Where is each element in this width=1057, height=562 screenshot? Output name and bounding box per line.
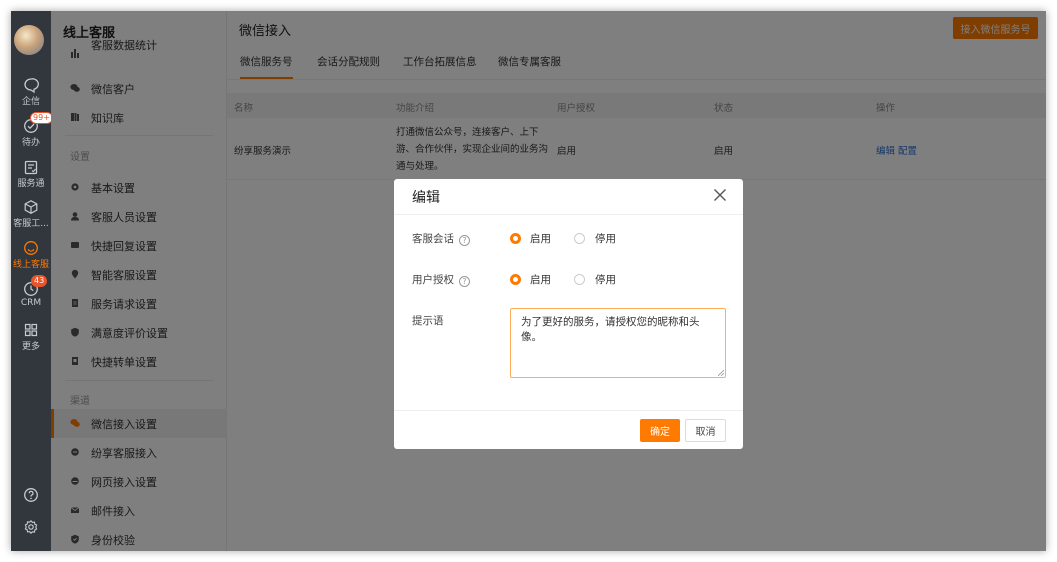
cube-icon	[24, 200, 38, 214]
rail-item-qixin[interactable]: 企信	[11, 77, 51, 107]
radio-session-enable[interactable]	[510, 233, 521, 244]
clipboard-icon	[24, 160, 38, 175]
rail-item-service[interactable]: 服务通	[11, 159, 51, 189]
rail-label: 待办	[21, 138, 40, 148]
cancel-button[interactable]: 取消	[685, 419, 726, 442]
app-window: 企信 待办 99+ 服务通 客服工... 线上客服 CRM 43 更多 编辑 客…	[11, 11, 1046, 551]
rail-item-more[interactable]: 更多	[11, 322, 51, 352]
rail-label: 企信	[21, 97, 40, 107]
field-label-text: 客服会话	[412, 233, 454, 245]
dialog-title: 编辑	[412, 190, 440, 206]
dialog-footer-divider	[394, 410, 743, 411]
rail-label: 更多	[21, 342, 40, 352]
dialog-header-divider	[394, 214, 743, 215]
chat-bubble-icon	[24, 78, 39, 93]
todo-badge: 99+	[30, 112, 53, 124]
help-icon[interactable]: ?	[459, 235, 470, 246]
radio-session-disable[interactable]	[574, 233, 585, 244]
rail-settings[interactable]	[11, 519, 51, 536]
rail-item-workbench[interactable]: 客服工...	[11, 199, 51, 229]
radio-label: 启用	[530, 274, 551, 286]
field-label-prompt: 提示语	[412, 315, 444, 327]
confirm-button[interactable]: 确定	[640, 419, 680, 442]
rail-help[interactable]	[11, 487, 51, 504]
field-label-user-auth: 用户授权?	[412, 272, 470, 287]
crm-badge: 43	[31, 275, 48, 287]
rail-label: 线上客服	[12, 260, 49, 270]
radio-auth-disable[interactable]	[574, 274, 585, 285]
close-icon[interactable]	[712, 187, 728, 203]
resize-handle-icon[interactable]	[718, 370, 724, 376]
settings-icon	[24, 519, 38, 535]
rail-item-todo[interactable]: 待办 99+	[11, 112, 53, 148]
modal-overlay[interactable]: 编辑 客服会话? 启用 停用 用户授权? 启用 停用 提示语 为了更好的服务，请…	[51, 11, 1046, 551]
rail-label: 服务通	[17, 179, 45, 189]
help-icon	[24, 488, 38, 502]
grid-icon	[24, 323, 38, 337]
rail-item-online-service[interactable]: 线上客服	[11, 240, 51, 270]
radio-label: 停用	[595, 274, 616, 286]
rail-label: CRM	[20, 298, 42, 308]
field-label-text: 用户授权	[412, 274, 454, 286]
edit-dialog: 编辑 客服会话? 启用 停用 用户授权? 启用 停用 提示语 为了更好的服务，请…	[394, 179, 743, 449]
radio-auth-enable[interactable]	[510, 274, 521, 285]
field-label-session: 客服会话?	[412, 231, 470, 246]
rail-label: 客服工...	[13, 219, 49, 229]
rail-item-crm[interactable]: CRM 43	[11, 275, 51, 308]
help-icon[interactable]: ?	[459, 276, 470, 287]
smile-icon	[24, 241, 38, 255]
radio-label: 停用	[595, 233, 616, 245]
prompt-textarea[interactable]: 为了更好的服务，请授权您的昵称和头像。	[510, 308, 726, 378]
nav-rail: 企信 待办 99+ 服务通 客服工... 线上客服 CRM 43 更多	[11, 11, 53, 551]
radio-label: 启用	[530, 233, 551, 245]
user-avatar[interactable]	[14, 25, 44, 55]
